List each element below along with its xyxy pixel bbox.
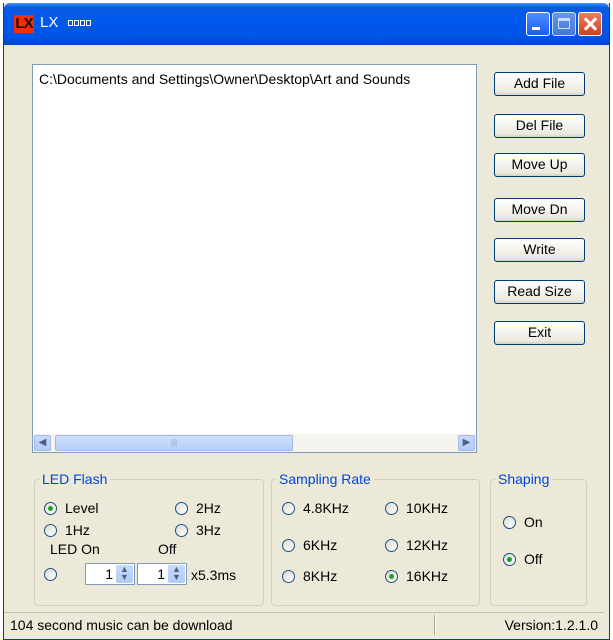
radio-icon xyxy=(385,501,398,515)
scroll-right-icon[interactable]: ▶ xyxy=(458,435,475,451)
move-dn-button[interactable]: Move Dn xyxy=(494,198,585,222)
radio-2hz[interactable]: 2Hz xyxy=(175,500,221,516)
led-flash-title: LED Flash xyxy=(42,471,108,487)
radio-12khz[interactable]: 12KHz xyxy=(385,537,448,553)
radio-8khz[interactable]: 8KHz xyxy=(282,568,337,584)
status-divider xyxy=(434,615,435,635)
spin-arrows-icon[interactable]: ▲ ▼ xyxy=(116,565,133,583)
radio-icon xyxy=(175,523,188,537)
unit-label: x5.3ms xyxy=(191,567,237,583)
radio-icon xyxy=(282,501,295,515)
radio-3hz[interactable]: 3Hz xyxy=(175,522,221,538)
del-file-button[interactable]: Del File xyxy=(494,114,585,138)
title-placeholder-glyphs xyxy=(68,20,91,26)
radio-icon xyxy=(44,568,57,581)
radio-custom-flash[interactable] xyxy=(44,568,65,581)
led-off-value: 1 xyxy=(157,566,165,582)
radio-icon xyxy=(503,515,516,529)
radio-selected-icon xyxy=(385,569,398,583)
radio-icon xyxy=(385,538,398,552)
file-list[interactable]: C:\Documents and Settings\Owner\Desktop\… xyxy=(32,64,477,453)
radio-level[interactable]: Level xyxy=(44,500,98,516)
list-item[interactable]: C:\Documents and Settings\Owner\Desktop\… xyxy=(39,71,473,87)
version-label: Version:1.2.1.0 xyxy=(504,617,598,633)
scroll-thumb[interactable]: ||| xyxy=(55,435,293,451)
write-button[interactable]: Write xyxy=(494,238,585,262)
status-message: 104 second music can be download xyxy=(10,617,233,633)
radio-shaping-off[interactable]: Off xyxy=(503,551,542,567)
radio-4-8khz[interactable]: 4.8KHz xyxy=(282,500,349,516)
led-on-label: LED On xyxy=(50,541,100,557)
led-off-label: Off xyxy=(158,541,177,557)
exit-button[interactable]: Exit xyxy=(494,321,585,345)
scroll-left-icon[interactable]: ◀ xyxy=(34,435,51,451)
app-logo-icon: LX xyxy=(14,15,34,33)
radio-icon xyxy=(282,569,295,583)
close-button[interactable] xyxy=(578,12,602,36)
maximize-button[interactable] xyxy=(552,12,576,36)
minimize-button[interactable] xyxy=(526,12,550,36)
led-flash-group: LED Flash xyxy=(34,471,264,606)
radio-6khz[interactable]: 6KHz xyxy=(282,537,337,553)
radio-16khz[interactable]: 16KHz xyxy=(385,568,448,584)
radio-icon xyxy=(44,523,57,537)
radio-icon xyxy=(175,501,188,515)
led-on-stepper[interactable]: 1 ▲ ▼ xyxy=(85,563,135,585)
radio-shaping-on[interactable]: On xyxy=(503,514,543,530)
read-size-button[interactable]: Read Size xyxy=(494,280,585,304)
radio-selected-icon xyxy=(44,501,57,515)
sampling-rate-title: Sampling Rate xyxy=(279,471,371,487)
status-bar: 104 second music can be download Version… xyxy=(4,612,604,637)
radio-1hz[interactable]: 1Hz xyxy=(44,522,90,538)
shaping-group: Shaping xyxy=(490,471,587,606)
title-bar[interactable]: LX LX xyxy=(4,3,609,45)
radio-10khz[interactable]: 10KHz xyxy=(385,500,448,516)
led-off-stepper[interactable]: 1 ▲ ▼ xyxy=(137,563,187,585)
shaping-title: Shaping xyxy=(498,471,550,487)
radio-icon xyxy=(282,538,295,552)
horizontal-scrollbar[interactable]: ◀ ||| ▶ xyxy=(33,434,476,452)
radio-selected-icon xyxy=(503,552,516,566)
spin-arrows-icon[interactable]: ▲ ▼ xyxy=(168,565,185,583)
window-title: LX xyxy=(40,14,59,31)
led-on-value: 1 xyxy=(105,566,113,582)
move-up-button[interactable]: Move Up xyxy=(494,153,585,177)
add-file-button[interactable]: Add File xyxy=(494,72,585,96)
